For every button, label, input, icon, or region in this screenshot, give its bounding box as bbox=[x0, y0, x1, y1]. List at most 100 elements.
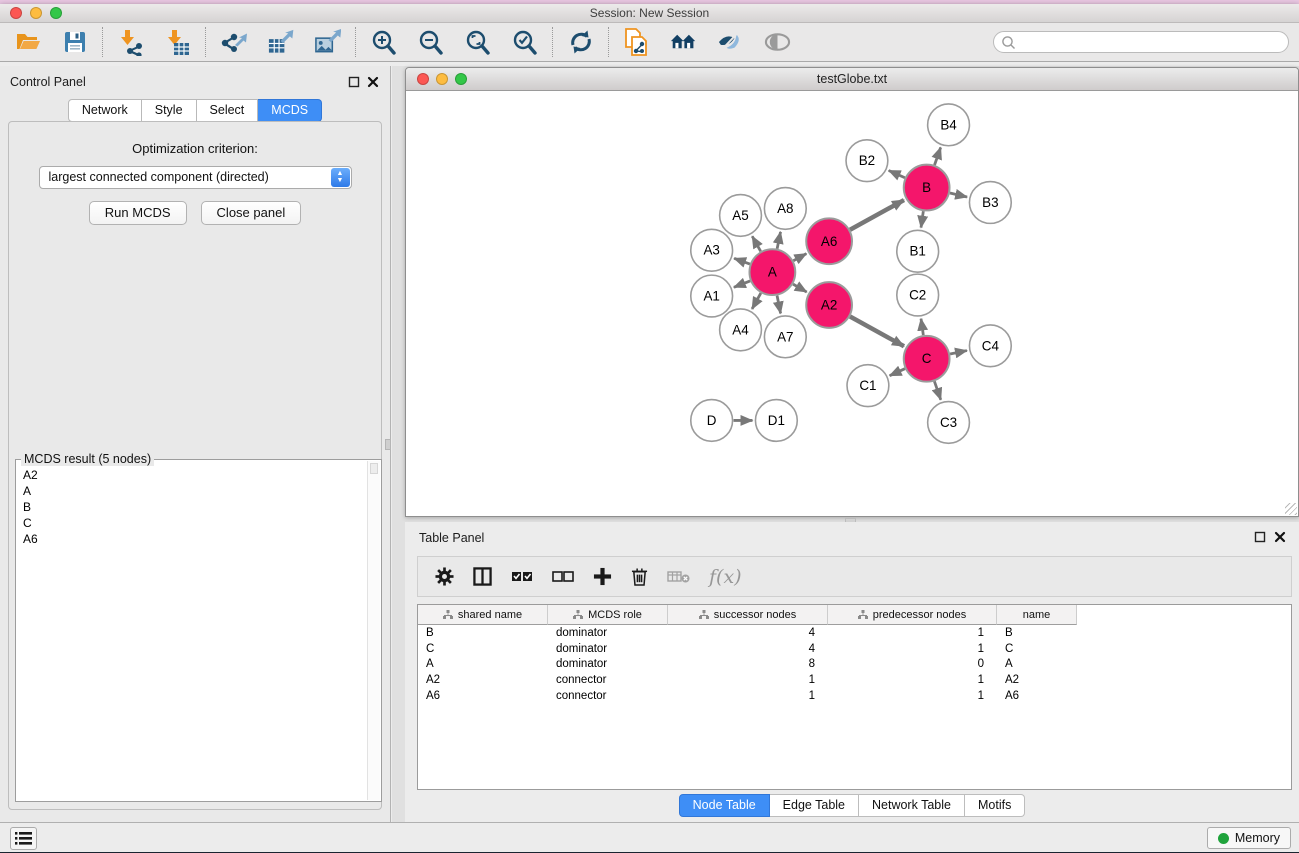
edge-C-C1[interactable] bbox=[890, 369, 905, 376]
search-field[interactable] bbox=[993, 31, 1289, 53]
tab-mcds[interactable]: MCDS bbox=[258, 99, 322, 122]
table-settings-gear-icon[interactable] bbox=[435, 567, 454, 586]
tab-select[interactable]: Select bbox=[197, 99, 259, 122]
add-column-icon[interactable] bbox=[593, 567, 612, 586]
table-cell[interactable]: 1 bbox=[828, 674, 997, 686]
zoom-fit-icon[interactable] bbox=[464, 29, 491, 56]
node-A3[interactable]: A3 bbox=[691, 229, 733, 271]
network-canvas[interactable]: B4B2BB3A5A8A6B1A3AC2A1A2A4A7C4CC1C3DD1 bbox=[406, 92, 1298, 516]
result-item[interactable]: C bbox=[23, 515, 367, 531]
result-item[interactable]: A6 bbox=[23, 531, 367, 547]
tab-motifs[interactable]: Motifs bbox=[965, 794, 1025, 817]
zoom-in-icon[interactable] bbox=[370, 29, 397, 56]
close-panel-button[interactable]: Close panel bbox=[201, 201, 302, 225]
result-item[interactable]: A bbox=[23, 483, 367, 499]
zoom-selected-icon[interactable] bbox=[511, 29, 538, 56]
node-A8[interactable]: A8 bbox=[764, 188, 806, 230]
edge-A6-B[interactable] bbox=[850, 200, 904, 230]
node-C4[interactable]: C4 bbox=[969, 325, 1011, 367]
node-D1[interactable]: D1 bbox=[755, 400, 797, 442]
edge-A-A8[interactable] bbox=[777, 232, 780, 249]
edge-C-C3[interactable] bbox=[934, 381, 940, 400]
table-cell[interactable]: 8 bbox=[668, 658, 828, 670]
memory-button[interactable]: Memory bbox=[1207, 827, 1291, 849]
node-B1[interactable]: B1 bbox=[897, 230, 939, 272]
table-row[interactable]: A2connector11A2 bbox=[418, 672, 1291, 688]
result-item[interactable]: A2 bbox=[23, 467, 367, 483]
table-cell[interactable]: 4 bbox=[668, 627, 828, 639]
node-A7[interactable]: A7 bbox=[764, 316, 806, 358]
node-C1[interactable]: C1 bbox=[847, 365, 889, 407]
save-session-icon[interactable] bbox=[61, 29, 88, 56]
select-all-icon[interactable] bbox=[511, 570, 533, 584]
resize-grip-icon[interactable] bbox=[1285, 503, 1297, 515]
node-A1[interactable]: A1 bbox=[691, 275, 733, 317]
column-header-predecessor-nodes[interactable]: predecessor nodes bbox=[828, 605, 997, 625]
edge-B-B3[interactable] bbox=[950, 193, 967, 197]
table-cell[interactable]: A bbox=[997, 658, 1077, 670]
delete-column-icon[interactable] bbox=[631, 567, 648, 587]
export-network-icon[interactable] bbox=[220, 29, 247, 56]
table-cell[interactable]: C bbox=[418, 643, 548, 655]
node-C[interactable]: C bbox=[904, 336, 950, 382]
edge-A-A6[interactable] bbox=[793, 254, 806, 261]
unselect-all-icon[interactable] bbox=[552, 570, 574, 584]
apply-layout-icon[interactable] bbox=[567, 29, 594, 56]
tab-node-table[interactable]: Node Table bbox=[679, 794, 770, 817]
table-row[interactable]: Bdominator41B bbox=[418, 625, 1291, 641]
table-row[interactable]: Adominator80A bbox=[418, 657, 1291, 673]
function-builder-icon[interactable]: f(x) bbox=[709, 566, 742, 588]
table-cell[interactable]: 1 bbox=[668, 690, 828, 702]
edge-C-C2[interactable] bbox=[921, 319, 923, 335]
criterion-select[interactable]: largest connected component (directed) ▲… bbox=[39, 166, 352, 189]
open-file-icon[interactable] bbox=[14, 29, 41, 56]
node-A6[interactable]: A6 bbox=[806, 218, 852, 264]
tab-network-table[interactable]: Network Table bbox=[859, 794, 965, 817]
column-header-MCDS-role[interactable]: MCDS role bbox=[548, 605, 668, 625]
close-panel-icon[interactable] bbox=[367, 76, 379, 88]
vertical-divider-handle[interactable] bbox=[385, 439, 391, 450]
table-cell[interactable]: 4 bbox=[668, 643, 828, 655]
table-row[interactable]: Cdominator41C bbox=[418, 641, 1291, 657]
export-table-icon[interactable] bbox=[267, 29, 294, 56]
table-cell[interactable]: A2 bbox=[997, 674, 1077, 686]
float-panel-icon[interactable] bbox=[348, 76, 360, 88]
table-cell[interactable]: dominator bbox=[548, 627, 668, 639]
export-image-icon[interactable] bbox=[314, 29, 341, 56]
node-A[interactable]: A bbox=[749, 249, 795, 295]
table-row[interactable]: A6connector11A6 bbox=[418, 688, 1291, 704]
table-cell[interactable]: A bbox=[418, 658, 548, 670]
import-network-icon[interactable] bbox=[117, 29, 144, 56]
table-cell[interactable]: connector bbox=[548, 690, 668, 702]
show-columns-icon[interactable] bbox=[473, 567, 492, 586]
table-cell[interactable]: connector bbox=[548, 674, 668, 686]
edge-C-C4[interactable] bbox=[950, 351, 967, 354]
node-B[interactable]: B bbox=[904, 165, 950, 211]
task-history-button[interactable] bbox=[10, 827, 37, 850]
node-table[interactable]: shared nameMCDS rolesuccessor nodesprede… bbox=[417, 604, 1292, 790]
tab-network[interactable]: Network bbox=[68, 99, 142, 122]
edge-B-B1[interactable] bbox=[921, 211, 923, 227]
edge-A-A5[interactable] bbox=[752, 236, 760, 251]
node-D[interactable]: D bbox=[691, 400, 733, 442]
node-A2[interactable]: A2 bbox=[806, 282, 852, 328]
result-item[interactable]: B bbox=[23, 499, 367, 515]
edge-A-A1[interactable] bbox=[734, 281, 750, 287]
edge-A-A7[interactable] bbox=[777, 296, 781, 314]
node-C2[interactable]: C2 bbox=[897, 274, 939, 316]
edge-A-A3[interactable] bbox=[734, 258, 750, 264]
edge-A-A4[interactable] bbox=[752, 293, 761, 309]
tab-style[interactable]: Style bbox=[142, 99, 197, 122]
table-cell[interactable]: A6 bbox=[418, 690, 548, 702]
table-float-icon[interactable] bbox=[1254, 531, 1266, 543]
node-C3[interactable]: C3 bbox=[928, 402, 970, 444]
table-cell[interactable]: dominator bbox=[548, 658, 668, 670]
table-cell[interactable]: A2 bbox=[418, 674, 548, 686]
table-cell[interactable]: 1 bbox=[828, 643, 997, 655]
table-cell[interactable]: 0 bbox=[828, 658, 997, 670]
column-header-successor-nodes[interactable]: successor nodes bbox=[668, 605, 828, 625]
table-cell[interactable]: 1 bbox=[828, 627, 997, 639]
edge-A2-C[interactable] bbox=[850, 317, 904, 347]
mcds-result-list[interactable]: A2ABCA6 bbox=[17, 461, 367, 800]
table-cell[interactable]: A6 bbox=[997, 690, 1077, 702]
